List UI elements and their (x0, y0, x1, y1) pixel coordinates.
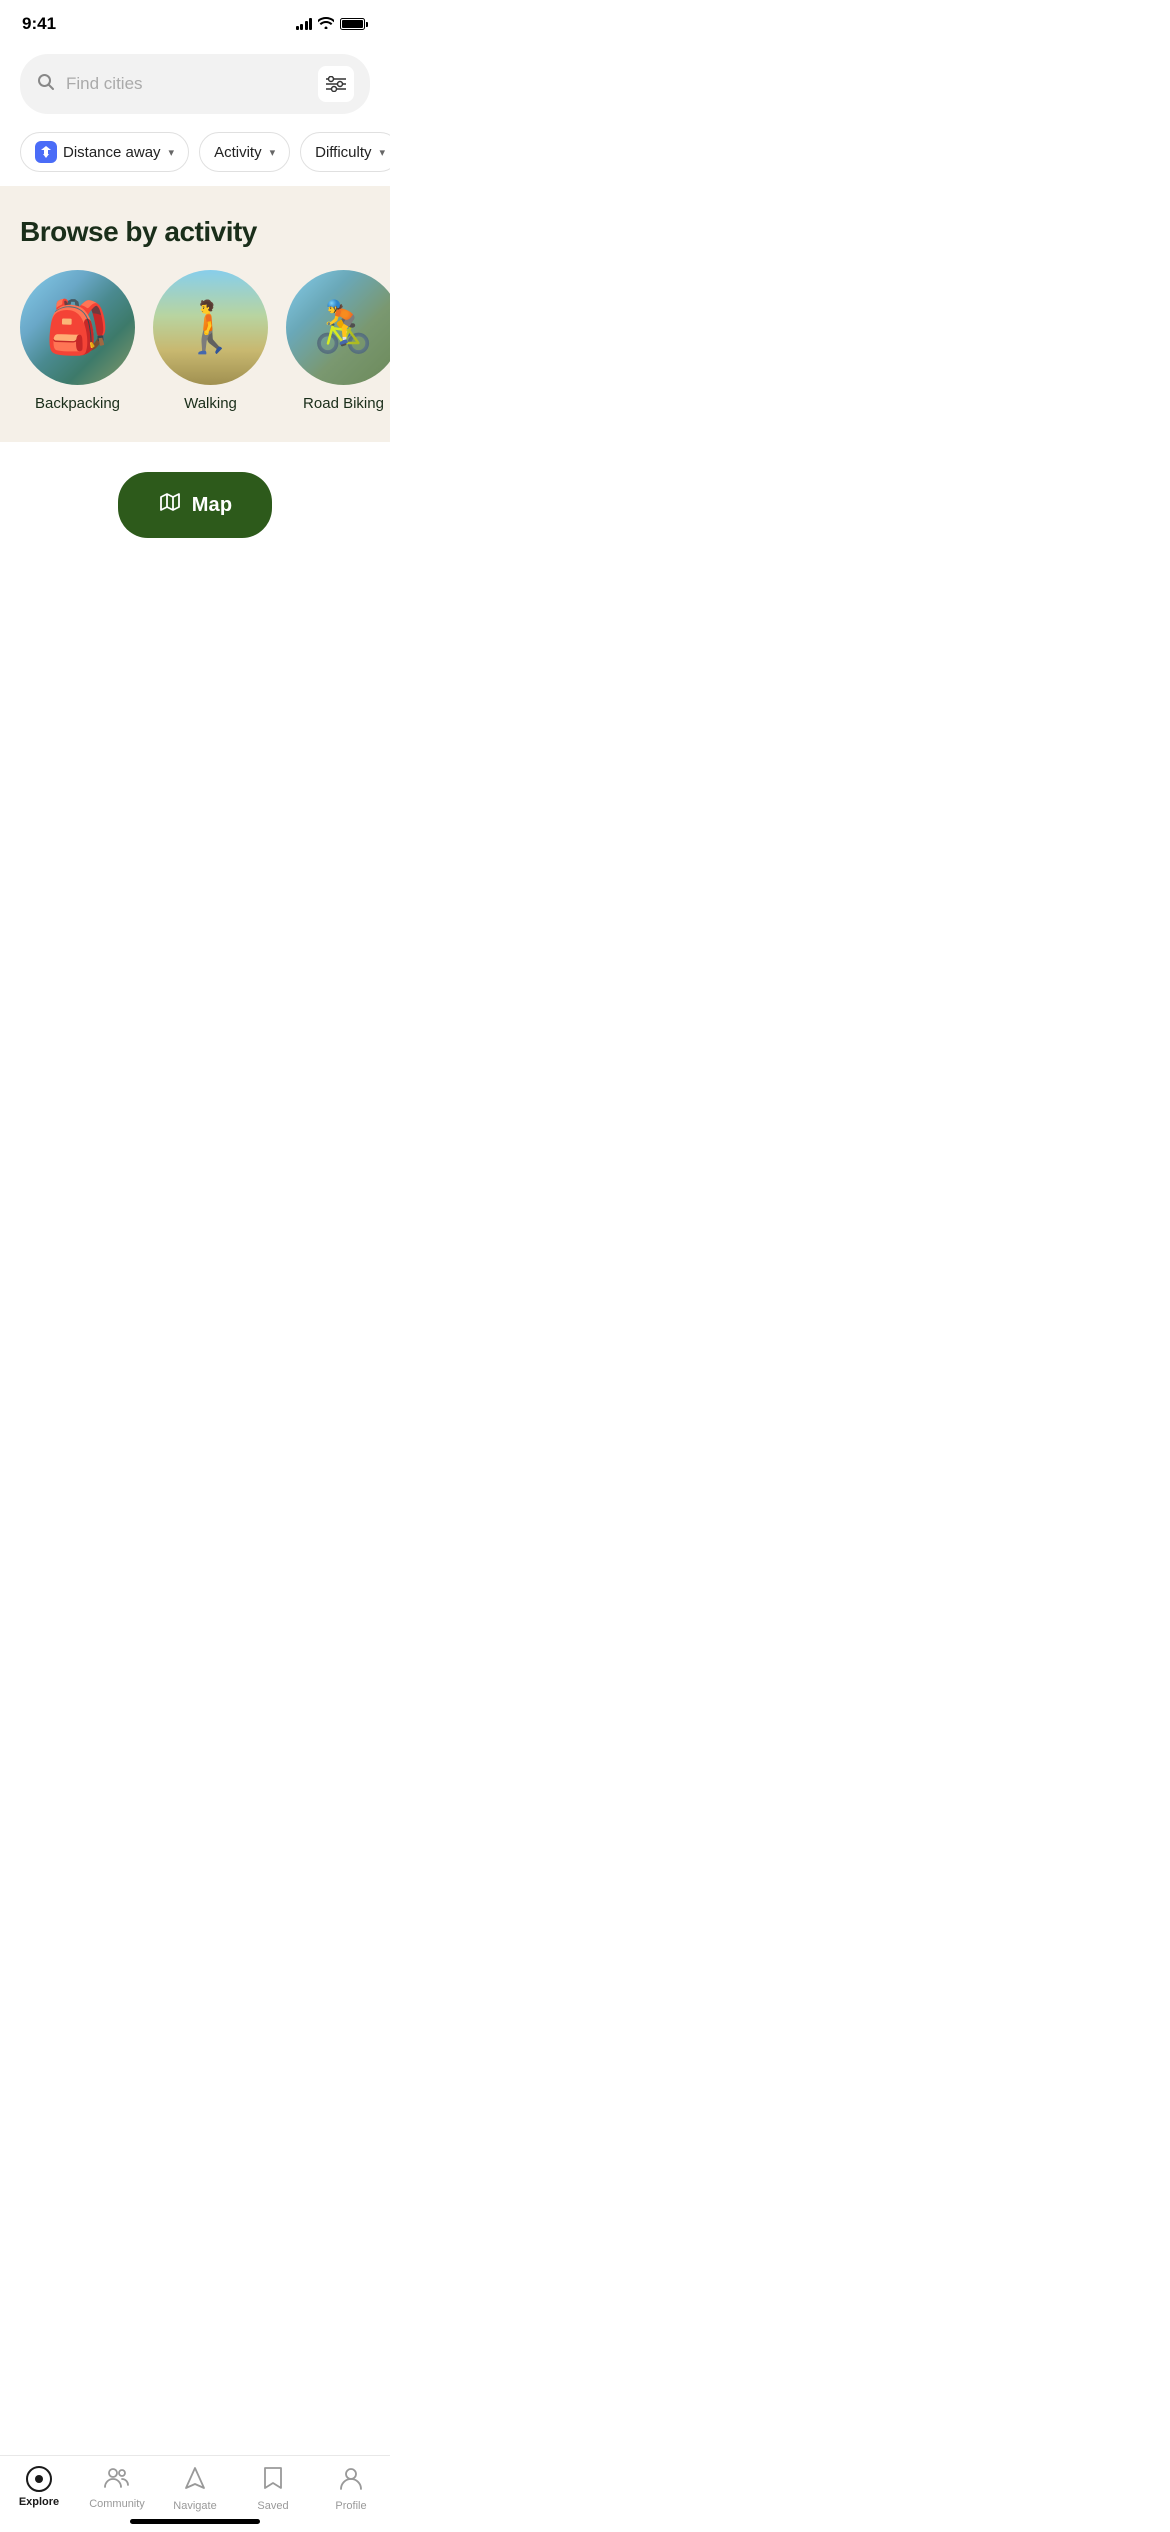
community-label: Community (89, 2498, 145, 2510)
backpacking-circle (20, 270, 135, 385)
activity-chevron: ▾ (270, 146, 276, 159)
sliders-icon (326, 76, 346, 92)
nav-item-navigate[interactable]: Navigate (156, 2466, 234, 2512)
difficulty-chevron: ▾ (380, 146, 386, 159)
backpacking-label: Backpacking (35, 395, 120, 412)
difficulty-pill-label: Difficulty (315, 144, 371, 161)
activity-pill-label: Activity (214, 144, 262, 161)
status-bar: 9:41 (0, 0, 390, 42)
community-icon (104, 2466, 130, 2494)
browse-title: Browse by activity (0, 216, 390, 270)
content-area: Map (0, 442, 390, 842)
bottom-nav: Explore Community Navigate Saved (0, 2455, 390, 2532)
browse-section: Browse by activity Backpacking Walking R… (0, 186, 390, 442)
walking-label: Walking (184, 395, 237, 412)
navigate-icon (184, 2466, 206, 2496)
map-icon (158, 490, 182, 520)
filter-pill-activity[interactable]: Activity ▾ (199, 132, 290, 172)
filter-button[interactable] (318, 66, 354, 102)
battery-icon (340, 18, 368, 30)
activity-item-walking[interactable]: Walking (153, 270, 268, 412)
saved-label: Saved (257, 2500, 288, 2512)
status-icons (296, 17, 369, 32)
status-time: 9:41 (22, 14, 56, 34)
filter-pill-distance[interactable]: Distance away ▾ (20, 132, 189, 172)
explore-icon (26, 2466, 52, 2492)
distance-chevron: ▾ (169, 146, 175, 159)
profile-label: Profile (335, 2500, 366, 2512)
nav-item-explore[interactable]: Explore (0, 2466, 78, 2508)
signal-icon (296, 18, 313, 30)
saved-icon (263, 2466, 283, 2496)
distance-pill-label: Distance away (63, 144, 161, 161)
biking-circle (286, 270, 390, 385)
nav-item-community[interactable]: Community (78, 2466, 156, 2510)
activity-item-backpacking[interactable]: Backpacking (20, 270, 135, 412)
map-button-label: Map (192, 494, 233, 517)
road-biking-label: Road Biking (303, 395, 384, 412)
map-button[interactable]: Map (118, 472, 273, 538)
activity-scroll: Backpacking Walking Road Biking Off-road (0, 270, 390, 412)
search-placeholder: Find cities (66, 74, 308, 94)
wifi-icon (318, 17, 334, 32)
navigate-label: Navigate (173, 2500, 216, 2512)
distance-icon (35, 141, 57, 163)
nav-item-profile[interactable]: Profile (312, 2466, 390, 2512)
filter-pill-difficulty[interactable]: Difficulty ▾ (300, 132, 390, 172)
activity-item-road-biking[interactable]: Road Biking (286, 270, 390, 412)
nav-item-saved[interactable]: Saved (234, 2466, 312, 2512)
walking-circle (153, 270, 268, 385)
filter-pills: Distance away ▾ Activity ▾ Difficulty ▾ (0, 126, 390, 186)
search-icon (36, 72, 56, 97)
search-container: Find cities (0, 42, 390, 126)
profile-icon (340, 2466, 362, 2496)
map-btn-container: Map (0, 442, 390, 568)
explore-label: Explore (19, 2496, 59, 2508)
search-bar[interactable]: Find cities (20, 54, 370, 114)
